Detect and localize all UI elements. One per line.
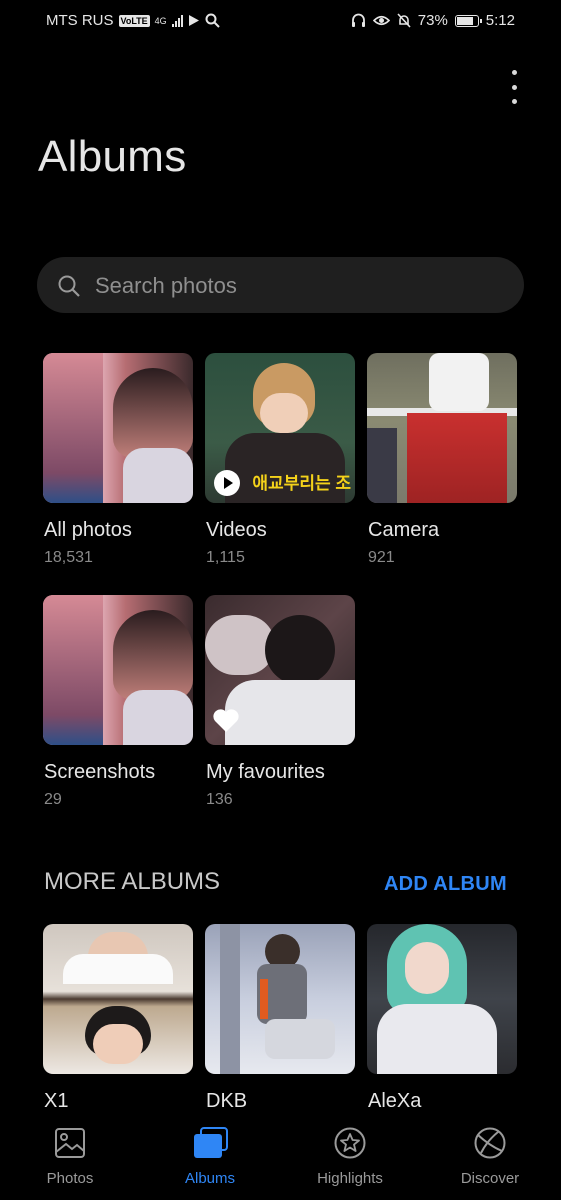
album-thumbnail: 애교부리는 조 <box>205 353 355 503</box>
album-alexa[interactable]: AleXa <box>367 924 517 1112</box>
album-x1[interactable]: X1 <box>43 924 193 1112</box>
nav-label: Albums <box>184 1170 236 1187</box>
album-name: AleXa <box>368 1090 422 1112</box>
nav-label: Photos <box>46 1170 94 1187</box>
search-input[interactable] <box>93 267 497 305</box>
star-circle-icon <box>334 1127 366 1159</box>
volte-badge: VoLTE <box>118 14 150 27</box>
nav-item-albums[interactable]: Albums <box>155 1126 265 1187</box>
album-count: 29 <box>44 791 62 808</box>
play-icon <box>188 15 199 26</box>
clock: 5:12 <box>485 12 515 29</box>
album-count: 921 <box>368 549 395 566</box>
battery-icon <box>454 14 482 27</box>
search-status-icon <box>205 13 220 28</box>
nav-item-photos[interactable]: Photos <box>15 1126 125 1187</box>
album-thumbnail <box>43 353 193 503</box>
album-name: X1 <box>44 1090 69 1112</box>
bottom-navigation: Photos Albums Highlights Discover <box>0 1120 561 1200</box>
album-name: My favourites <box>206 761 325 783</box>
nav-label: Highlights <box>317 1170 383 1187</box>
heart-icon <box>212 708 240 739</box>
discover-icon <box>474 1127 506 1159</box>
album-thumbnail <box>205 924 355 1074</box>
album-my-favourites[interactable]: My favourites 136 <box>205 595 355 808</box>
album-count: 18,531 <box>44 549 93 566</box>
album-name: Videos <box>206 519 267 541</box>
album-name: DKB <box>206 1090 248 1112</box>
album-count: 1,115 <box>206 549 245 566</box>
section-title: MORE ALBUMS <box>44 868 221 895</box>
search-bar[interactable] <box>37 257 524 313</box>
headphones-icon <box>351 13 365 27</box>
signal-icon <box>171 14 183 27</box>
album-thumbnail <box>43 924 193 1074</box>
album-thumbnail <box>43 595 193 745</box>
album-dkb[interactable]: DKB <box>205 924 355 1112</box>
album-name: All photos <box>44 519 132 541</box>
eye-icon <box>372 15 390 26</box>
battery-percent: 73% <box>417 12 448 29</box>
page-title: Albums <box>38 132 187 181</box>
image-icon <box>55 1128 85 1158</box>
nav-label: Discover <box>460 1170 520 1187</box>
album-all-photos[interactable]: All photos 18,531 <box>43 353 193 566</box>
album-name: Screenshots <box>44 761 156 783</box>
albums-icon <box>194 1127 228 1158</box>
status-bar: MTS RUS VoLTE 4G 73% 5:12 <box>0 0 561 42</box>
album-count: 136 <box>206 791 233 808</box>
album-thumbnail <box>205 595 355 745</box>
network-type: 4G <box>154 15 167 26</box>
carrier-name: MTS RUS <box>46 12 114 29</box>
add-album-button[interactable]: ADD ALBUM <box>384 873 507 896</box>
album-name: Camera <box>368 519 440 541</box>
play-icon <box>214 470 240 496</box>
more-options-icon[interactable] <box>505 70 523 104</box>
album-screenshots[interactable]: Screenshots 29 <box>43 595 193 808</box>
nav-item-discover[interactable]: Discover <box>435 1126 545 1187</box>
album-camera[interactable]: Camera 921 <box>367 353 517 566</box>
nav-item-highlights[interactable]: Highlights <box>295 1126 405 1187</box>
album-thumbnail <box>367 353 517 503</box>
mute-bell-icon <box>397 13 411 28</box>
search-icon <box>58 275 80 297</box>
album-thumbnail <box>367 924 517 1074</box>
album-videos[interactable]: 애교부리는 조 Videos 1,115 <box>205 353 355 566</box>
